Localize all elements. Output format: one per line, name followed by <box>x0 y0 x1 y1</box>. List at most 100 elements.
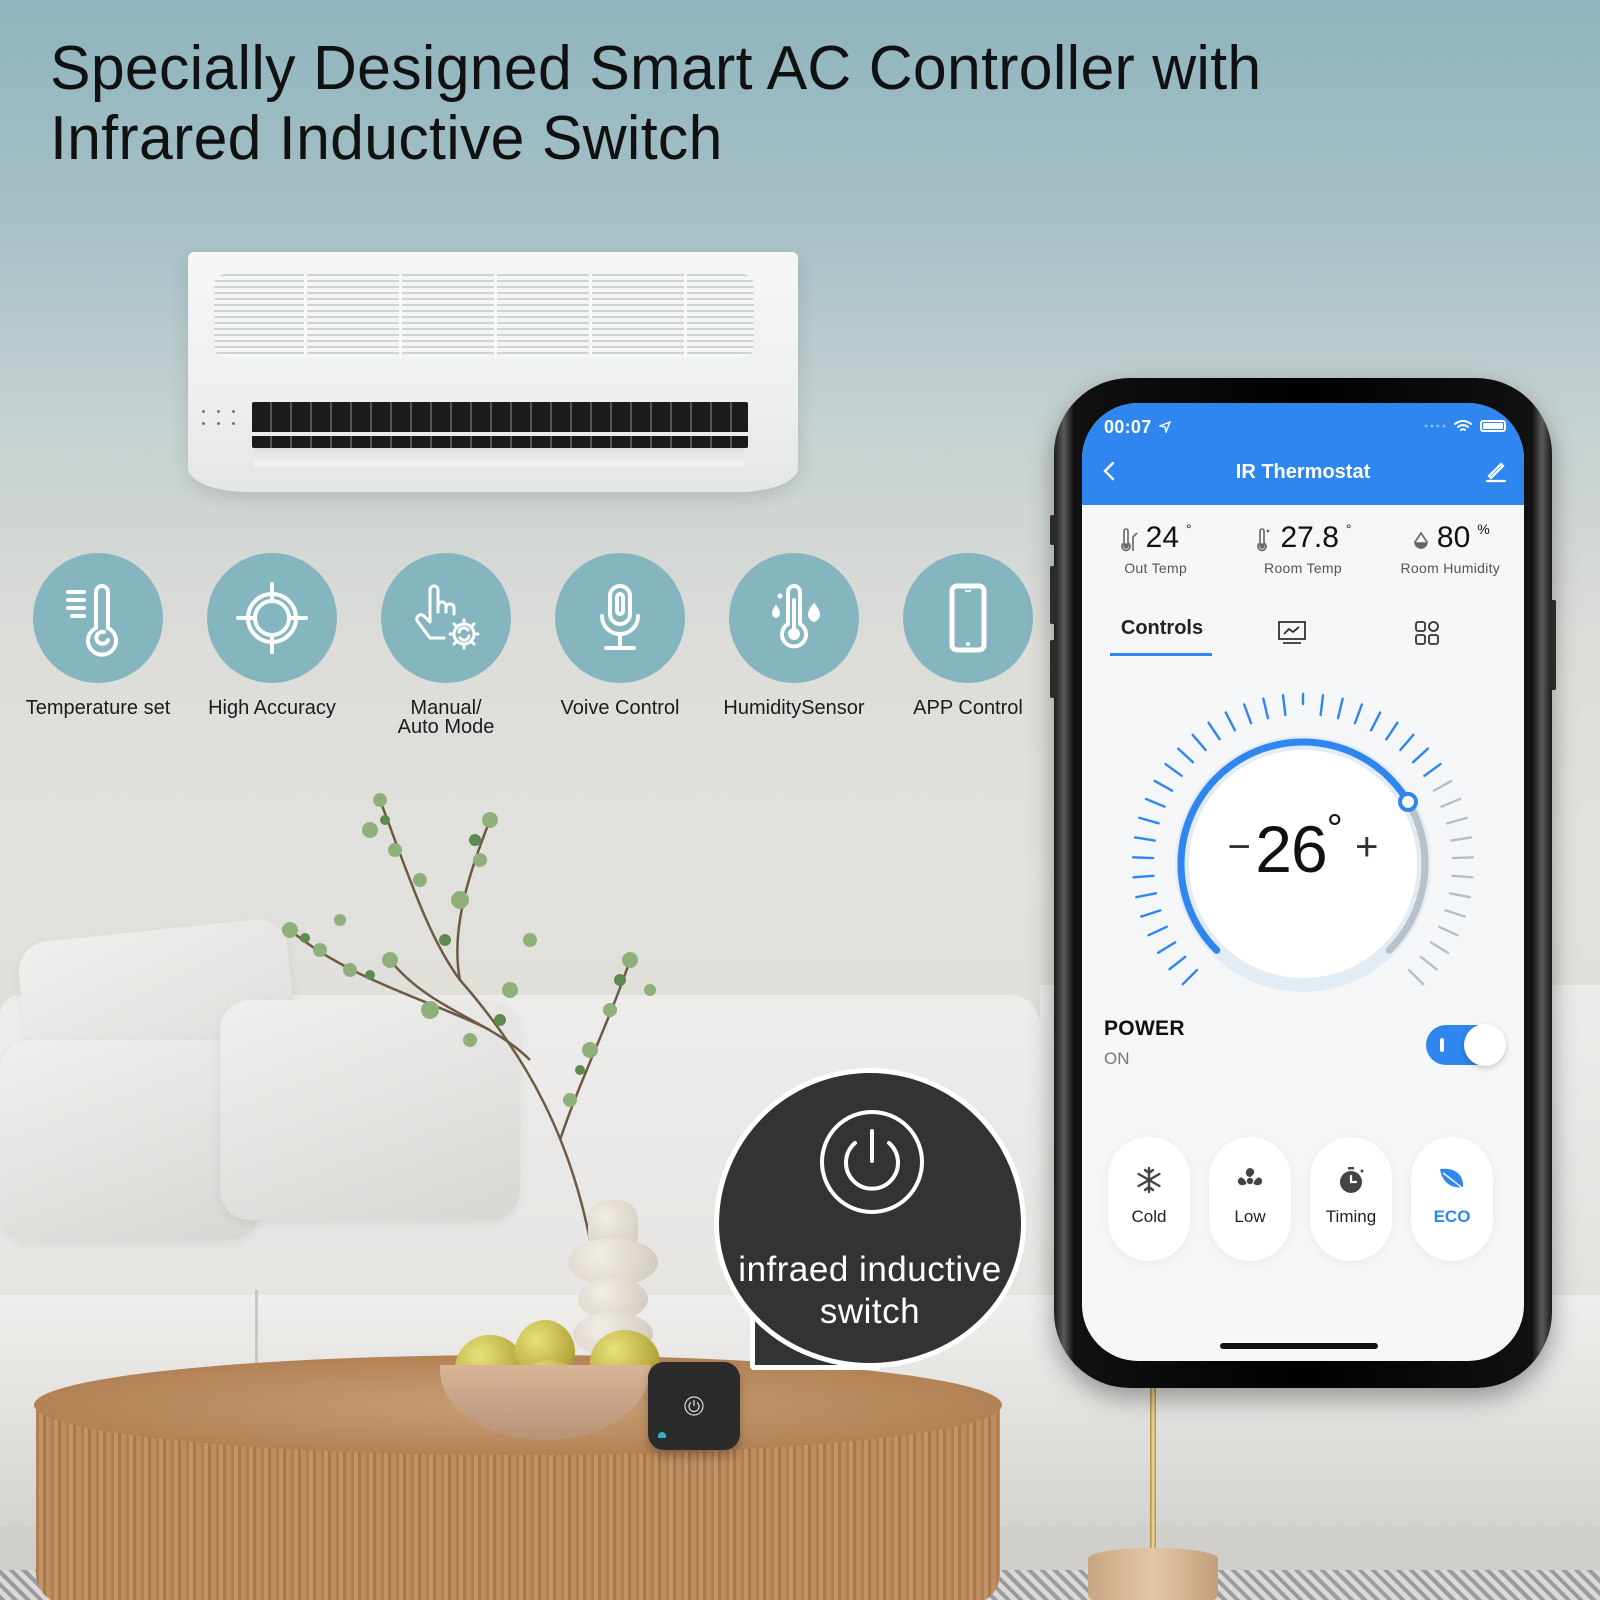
dial-face <box>1189 750 1417 978</box>
headline-line-1: Specially Designed Smart AC Controller w… <box>50 34 1262 103</box>
dial-tick <box>1319 693 1325 717</box>
fan-icon <box>1237 1168 1263 1186</box>
dial-tick <box>1132 874 1155 879</box>
dial-tick <box>1138 816 1160 825</box>
app-title: IR Thermostat <box>1235 461 1371 483</box>
dial-tick <box>1168 955 1187 971</box>
decrease-temp-button[interactable] <box>1200 821 1234 861</box>
air-conditioner-unit <box>188 252 798 492</box>
increase-temp-button[interactable] <box>1340 821 1374 861</box>
droplet-icon <box>1414 531 1428 549</box>
location-arrow-icon <box>1157 420 1172 435</box>
power-icon <box>684 1396 704 1416</box>
dial-tick <box>1156 941 1177 955</box>
app-header: 00:07 IR Thermostat <box>1082 403 1524 505</box>
feature-humidity-sensor: HumiditySensor <box>704 553 884 718</box>
dial-tick <box>1181 968 1199 986</box>
phone-side-button <box>1550 600 1556 690</box>
feature-manual-auto-mode: Manual/ Auto Mode <box>356 553 536 737</box>
dial-tick <box>1176 747 1195 764</box>
snowflake-icon <box>1137 1166 1161 1194</box>
dial-tick <box>1446 816 1468 825</box>
mode-cold-button[interactable]: Cold <box>1108 1137 1190 1261</box>
dial-tick <box>1407 968 1425 986</box>
dial-tick <box>1369 711 1382 732</box>
microphone-icon <box>600 584 640 650</box>
power-toggle[interactable] <box>1426 1024 1506 1066</box>
callout-bubble: infraed inductive switch <box>714 1068 1026 1368</box>
dial-tick <box>1429 941 1450 955</box>
phone-screen: 00:07 IR Thermostat 24 ° Out Temp 27.8 ° R… <box>1082 403 1524 1361</box>
feature-label: APP Control <box>913 697 1023 719</box>
phone-volume-down-button <box>1050 640 1056 698</box>
dial-tick <box>1432 779 1453 792</box>
feature-label: High Accuracy <box>208 697 336 719</box>
feature-high-accuracy: High Accuracy <box>182 553 362 718</box>
callout-label: infraed inductive switch <box>738 1250 1002 1331</box>
dial-tick <box>1423 762 1442 778</box>
phone-stand <box>1150 1385 1156 1555</box>
phone-stand-base <box>1088 1548 1218 1600</box>
headline-line-2: Infrared Inductive Switch <box>50 104 723 173</box>
dial-tick <box>1385 721 1399 741</box>
feature-label: Temperature set <box>25 697 171 719</box>
dial-tick <box>1242 703 1253 725</box>
signal-icon <box>1424 424 1446 428</box>
dial-tick <box>1399 733 1415 752</box>
active-tab-indicator <box>1110 653 1212 656</box>
feature-label: Voive Control <box>560 697 680 719</box>
leaf-icon <box>1440 1168 1466 1191</box>
dial-tick <box>1191 733 1207 752</box>
dial-tick <box>1444 909 1466 918</box>
stopwatch-icon <box>1340 1167 1364 1193</box>
ac-air-vent <box>252 402 748 448</box>
crosshair-icon <box>236 582 308 654</box>
dial-tick <box>1135 892 1158 899</box>
home-indicator[interactable] <box>1220 1343 1378 1349</box>
power-state: ON <box>1104 1049 1130 1068</box>
power-icon <box>820 1110 924 1214</box>
dial-tick <box>1207 721 1221 741</box>
feature-voice-control: Voive Control <box>530 553 710 718</box>
dial-tick <box>1224 711 1237 732</box>
chart-icon <box>1278 621 1306 644</box>
mode-buttons: Cold Low Timing ECO <box>1108 1137 1493 1261</box>
dial-tick <box>1262 697 1270 720</box>
stats-row: 24 ° Out Temp 27.8 ° Room Temp 80% Room Hu… <box>1082 521 1524 576</box>
dial-tick <box>1153 779 1174 792</box>
dial-tick <box>1419 955 1438 971</box>
thermometer-icon <box>1257 528 1270 552</box>
headline: Specially Designed Smart AC Controller w… <box>50 34 1422 174</box>
feature-label: Manual/ Auto Mode <box>397 697 495 738</box>
power-label: POWER <box>1104 1017 1185 1040</box>
dial-tick <box>1451 874 1474 879</box>
dial-tick <box>1336 697 1344 720</box>
tab-grid[interactable] <box>1397 613 1457 653</box>
stat-room-temp: 27.8 ° Room Temp <box>1229 521 1376 576</box>
feature-temperature-set: Temperature set <box>8 553 188 718</box>
dial-tick <box>1411 747 1430 764</box>
pencil-icon[interactable] <box>1484 459 1508 483</box>
dial-tick <box>1353 703 1364 725</box>
mode-eco-button[interactable]: ECO <box>1411 1137 1493 1261</box>
dial-handle <box>1398 791 1419 812</box>
dial-tick <box>1133 836 1157 842</box>
mode-timing-button[interactable]: Timing <box>1310 1137 1392 1261</box>
dial-tick <box>1147 925 1168 937</box>
mode-fan-low-button[interactable]: Low <box>1209 1137 1291 1261</box>
thermometer-icon <box>66 584 118 657</box>
outdoor-thermometer-icon <box>1120 528 1138 552</box>
tab-controls[interactable]: Controls <box>1106 613 1218 640</box>
dial-tick <box>1164 762 1183 778</box>
battery-icon <box>1480 420 1506 432</box>
wifi-indicator-icon <box>658 1432 666 1438</box>
grid-icon <box>1415 621 1439 645</box>
stat-room-humidity: 80% Room Humidity <box>1400 521 1501 576</box>
dial-tick <box>1449 836 1473 842</box>
tab-chart[interactable] <box>1262 613 1322 653</box>
tab-bar: Controls <box>1082 613 1524 661</box>
phone-volume-up-button <box>1050 566 1056 624</box>
temperature-dial[interactable] <box>1123 684 1483 1044</box>
hand-gear-icon <box>415 584 480 650</box>
status-time: 00:07 <box>1104 417 1172 438</box>
